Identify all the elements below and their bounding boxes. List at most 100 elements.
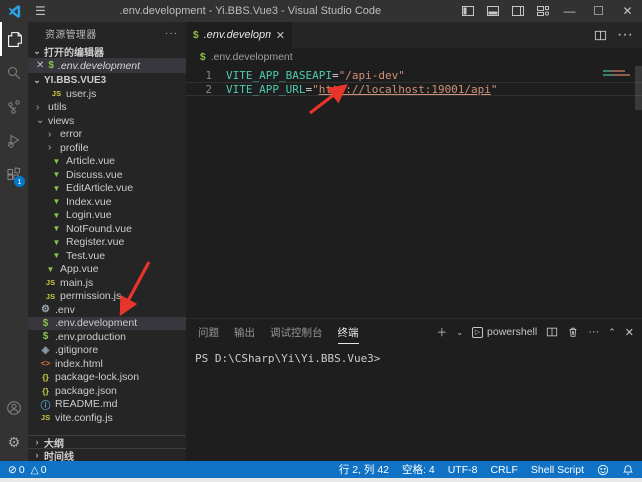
tree-item[interactable]: › utils <box>28 101 186 115</box>
timeline-section[interactable]: › 时间线 <box>28 448 186 461</box>
panel-more-actions-icon[interactable]: ··· <box>588 326 599 338</box>
problems-status[interactable]: ⊘0 △0 <box>8 464 47 476</box>
tree-item[interactable]: JS user.js <box>28 87 186 101</box>
cursor-position[interactable]: 行 2, 列 42 <box>339 462 389 477</box>
js-file-icon: JS <box>40 413 51 422</box>
window-title: .env.development - Yi.BBS.Vue3 - Visual … <box>46 5 455 17</box>
minimap[interactable] <box>603 70 630 76</box>
close-icon[interactable]: ✕ <box>36 60 44 71</box>
extensions-badge: 1 <box>14 176 25 187</box>
tree-item[interactable]: {} package-lock.json <box>28 371 186 385</box>
tab-terminal[interactable]: 终端 <box>338 320 359 344</box>
customize-layout-icon[interactable] <box>530 0 555 22</box>
new-terminal-icon[interactable]: ＋ <box>436 324 447 340</box>
tree-item[interactable]: ▼ Test.vue <box>28 249 186 263</box>
toggle-panel-icon[interactable] <box>480 0 505 22</box>
close-tab-icon[interactable]: ✕ <box>276 29 285 42</box>
sidebar-bottom-sections: › 大纲 › 时间线 <box>28 435 186 461</box>
tree-item[interactable]: › error <box>28 128 186 142</box>
tree-item[interactable]: ▼ Index.vue <box>28 195 186 209</box>
tree-item[interactable]: ▼ App.vue <box>28 263 186 277</box>
maximize-button[interactable]: ☐ <box>584 0 613 22</box>
project-section-header[interactable]: ⌄ YI.BBS.VUE3 <box>28 73 186 87</box>
shell-file-icon: $ <box>40 318 51 329</box>
indentation[interactable]: 空格: 4 <box>402 462 435 477</box>
tree-item[interactable]: ▼ NotFound.vue <box>28 222 186 236</box>
tree-item-label: profile <box>60 142 89 154</box>
tree-item-label: .env <box>55 304 75 316</box>
toggle-secondary-sidebar-icon[interactable] <box>505 0 530 22</box>
maximize-panel-icon[interactable]: ⌃ <box>608 327 616 338</box>
tree-item[interactable]: ▼ Register.vue <box>28 236 186 250</box>
tree-item[interactable]: ⚙ .env <box>28 303 186 317</box>
tree-item[interactable]: JS main.js <box>28 276 186 290</box>
code-line-2-current: 2 VITE_APP_URL="http://localhost:19001/a… <box>186 82 642 96</box>
file-tree: JS user.js › utils ⌄ views › error › pro… <box>28 87 186 425</box>
vue-file-icon: ▼ <box>51 170 62 179</box>
toggle-sidebar-icon[interactable] <box>455 0 480 22</box>
terminal-dropdown-icon[interactable]: ⌄ <box>456 328 463 337</box>
breadcrumb[interactable]: $ .env.development <box>186 48 642 66</box>
tree-item[interactable]: {} package.json <box>28 384 186 398</box>
tree-item[interactable]: ▼ EditArticle.vue <box>28 182 186 196</box>
tree-item[interactable]: ⌄ views <box>28 114 186 128</box>
tree-item[interactable]: JS permission.js <box>28 290 186 304</box>
kill-terminal-icon[interactable] <box>567 326 579 338</box>
tree-item[interactable]: <> index.html <box>28 357 186 371</box>
split-editor-icon[interactable] <box>594 29 607 42</box>
outline-section[interactable]: › 大纲 <box>28 435 186 448</box>
sidebar-more-actions-icon[interactable]: ··· <box>165 28 178 39</box>
tree-item[interactable]: $ .env.production <box>28 330 186 344</box>
code-editor[interactable]: 1 VITE_APP_BASEAPI="/api-dev" 2 VITE_APP… <box>186 66 642 318</box>
extensions-icon[interactable]: 1 <box>0 158 28 192</box>
tree-item[interactable]: ◈ .gitignore <box>28 344 186 358</box>
close-window-button[interactable]: ✕ <box>613 0 642 22</box>
eol-sequence[interactable]: CRLF <box>490 464 517 476</box>
terminal-picker[interactable]: ▷ powershell <box>472 326 537 338</box>
settings-gear-icon[interactable]: ⚙ <box>0 425 28 459</box>
js-file-icon: JS <box>51 89 62 98</box>
source-control-icon[interactable] <box>0 90 28 124</box>
tab-env-development[interactable]: $ .env.development ✕ <box>186 22 292 48</box>
search-icon[interactable] <box>0 56 28 90</box>
url-link[interactable]: http://localhost:19001/api <box>319 83 491 96</box>
notifications-bell-icon[interactable] <box>622 464 634 476</box>
terminal-output[interactable]: PS D:\CSharp\Yi\Yi.BBS.Vue3> <box>186 345 642 461</box>
tree-item[interactable]: ▼ Login.vue <box>28 209 186 223</box>
close-panel-icon[interactable]: ✕ <box>625 326 634 339</box>
quote: " <box>491 83 498 96</box>
encoding[interactable]: UTF-8 <box>448 464 478 476</box>
tree-item-label: package.json <box>55 385 117 397</box>
tree-item-label: Test.vue <box>66 250 105 262</box>
tree-item-label: utils <box>48 101 67 113</box>
open-editors-section[interactable]: ⌄ 打开的编辑器 <box>28 44 186 58</box>
tree-item[interactable]: JS vite.config.js <box>28 411 186 425</box>
tree-item[interactable]: › profile <box>28 141 186 155</box>
tree-item-label: .gitignore <box>55 344 98 356</box>
tab-output[interactable]: 输出 <box>234 320 255 344</box>
tab-debug-console[interactable]: 调试控制台 <box>270 320 323 344</box>
feedback-smiley-icon[interactable] <box>597 464 609 476</box>
split-terminal-icon[interactable] <box>546 326 558 338</box>
language-mode[interactable]: Shell Script <box>531 464 584 476</box>
tree-item-label: .env.development <box>55 317 137 329</box>
tab-problems[interactable]: 问题 <box>198 320 219 344</box>
titlebar-actions: — ☐ ✕ <box>455 0 642 22</box>
tree-item[interactable]: ⓘ README.md <box>28 398 186 412</box>
error-icon: ⊘ <box>8 464 17 476</box>
tree-item[interactable]: $ .env.development <box>28 317 186 331</box>
breadcrumb-filename: .env.development <box>211 51 293 63</box>
editor-more-actions-icon[interactable]: ··· <box>617 26 633 44</box>
open-editor-item[interactable]: ✕ $ .env.development <box>28 58 186 73</box>
run-debug-icon[interactable] <box>0 124 28 158</box>
editor-scrollbar[interactable] <box>635 66 642 110</box>
account-icon[interactable] <box>0 391 28 425</box>
tree-item[interactable]: ▼ Article.vue <box>28 155 186 169</box>
minimap-line <box>603 74 630 76</box>
tree-item-label: package-lock.json <box>55 371 139 383</box>
minimize-button[interactable]: — <box>555 0 584 22</box>
menu-hamburger-icon[interactable]: ☰ <box>35 4 46 18</box>
tree-item[interactable]: ▼ Discuss.vue <box>28 168 186 182</box>
explorer-icon[interactable] <box>0 22 28 56</box>
sidebar-header: 资源管理器 ··· <box>28 22 186 44</box>
